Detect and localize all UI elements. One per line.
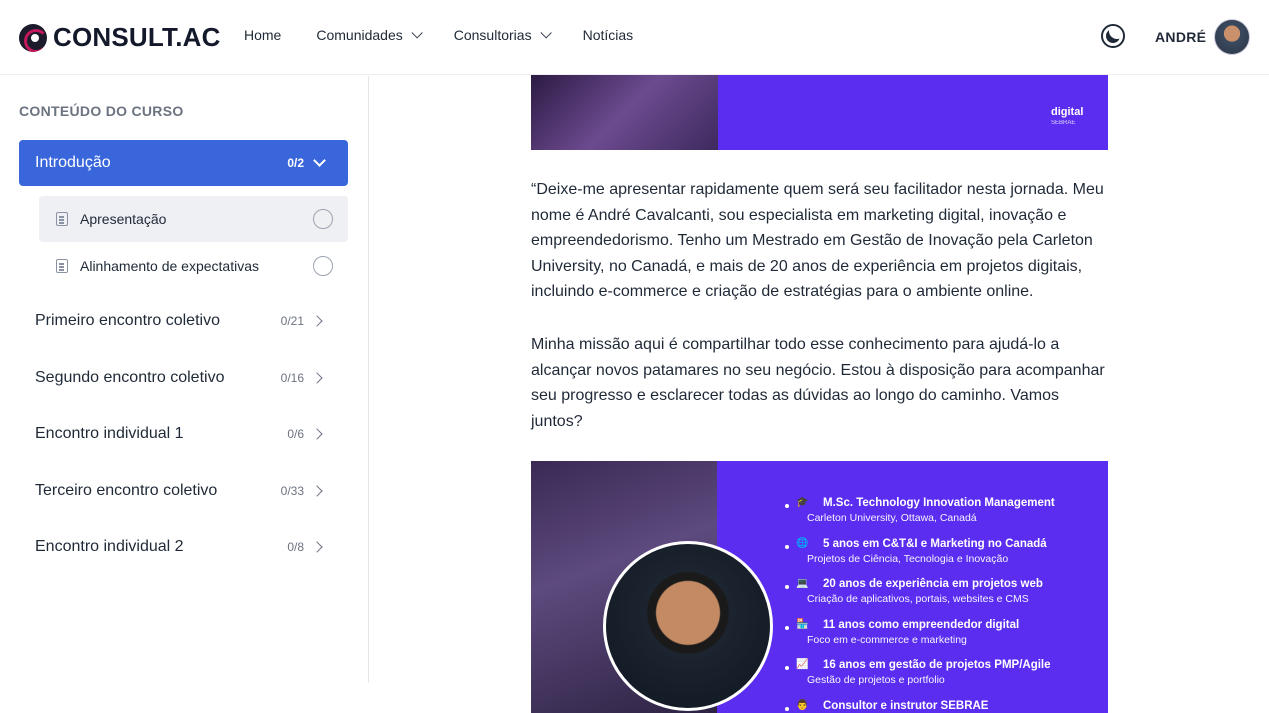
credential-sub: Projetos de Ciência, Tecnologia e Inovaç… (807, 552, 1009, 565)
credential-sub: Carleton University, Ottawa, Canadá (807, 512, 977, 524)
nav-comunidades[interactable]: Comunidades (316, 27, 423, 43)
credentials-banner-image: 🎓 M.Sc. Technology Innovation Management C… (531, 461, 1108, 713)
module-encontro-individual-1[interactable]: Encontro individual 1 0/6 (19, 411, 348, 457)
credential-title: Consultor e instrutor SEBRAE (823, 699, 989, 712)
nav-comunidades-label: Comunidades (316, 27, 403, 43)
nav-home[interactable]: Home (244, 27, 281, 43)
lesson-alinhamento[interactable]: Alinhamento de expectativas (39, 243, 348, 289)
sidebar-title: CONTEÚDO DO CURSO (19, 103, 184, 119)
credential-item: 💻 20 anos de experiência em projetos web C… (781, 578, 1101, 619)
module-label: Terceiro encontro coletivo (35, 482, 218, 499)
banner-photo-area (531, 75, 718, 150)
module-label: Introdução (35, 154, 111, 171)
facilitator-photo (603, 541, 773, 711)
banner-purple-area (718, 75, 1108, 150)
logo-mark-icon (19, 23, 47, 52)
brand-logo-text: digital (1051, 106, 1084, 118)
chevron-down-icon (411, 27, 423, 39)
chevron-down-icon (540, 27, 552, 39)
chevron-down-icon (313, 154, 326, 167)
course-sidebar: CONTEÚDO DO CURSO Introdução 0/2 Apresen… (0, 76, 369, 683)
module-segundo-encontro[interactable]: Segundo encontro coletivo 0/16 (19, 355, 348, 401)
credential-title: M.Sc. Technology Innovation Management (823, 497, 1055, 509)
credential-sub: Gestão de projetos e portfolio (807, 674, 945, 686)
module-introducao[interactable]: Introdução 0/2 (19, 140, 348, 186)
lesson-content: digital SEBRAE “Deixe-me apresentar rapi… (370, 75, 1269, 713)
credential-sub: Criação de aplicativos, portais, website… (807, 593, 1029, 605)
laptop-icon: 💻 (796, 578, 809, 589)
credential-item: 🌐 5 anos em C&T&I e Marketing no Canadá Pr… (781, 538, 1101, 579)
chart-icon: 📈 (796, 659, 809, 670)
completion-circle-icon[interactable] (313, 256, 333, 276)
credential-sub: Foco em e-commerce e marketing (807, 633, 967, 646)
chevron-right-icon (311, 541, 323, 553)
completion-circle-icon[interactable] (313, 209, 333, 229)
nav-consultorias-label: Consultorias (453, 27, 532, 43)
credential-title: 11 anos como empreendedor digital (823, 618, 1020, 631)
dark-mode-toggle-icon[interactable] (1101, 24, 1125, 48)
module-label: Encontro individual 1 (35, 425, 184, 442)
nav-consultorias[interactable]: Consultorias (453, 27, 552, 43)
lesson-label: Apresentação (80, 211, 167, 227)
module-progress: 0/2 (287, 156, 304, 170)
chevron-right-icon (311, 315, 323, 327)
globe-icon: 🌐 (796, 537, 809, 549)
credential-item: 🎓 M.Sc. Technology Innovation Management C… (781, 497, 1101, 538)
document-icon (56, 212, 68, 226)
credential-item: 🏪 11 anos como empreendedor digital Foco e… (781, 619, 1101, 660)
avatar[interactable] (1214, 19, 1250, 55)
nav-noticias-label: Notícias (582, 27, 634, 43)
document-icon (56, 259, 68, 273)
credential-item: 👨 Consultor e instrutor SEBRAE (781, 700, 1101, 713)
module-primeiro-encontro[interactable]: Primeiro encontro coletivo 0/21 (19, 298, 348, 344)
credential-item: 📈 16 anos em gestão de projetos PMP/Agile… (781, 659, 1101, 700)
module-label: Primeiro encontro coletivo (35, 312, 220, 329)
logo[interactable]: CONSULT.AC (19, 22, 221, 53)
chevron-right-icon (311, 428, 323, 440)
module-label: Segundo encontro coletivo (35, 369, 225, 386)
nav-home-label: Home (244, 27, 282, 43)
module-label: Encontro individual 2 (35, 538, 184, 555)
intro-banner-image: digital SEBRAE (531, 75, 1108, 150)
mission-paragraph: Minha missão aqui é compartilhar todo es… (531, 336, 1105, 430)
brand-logo: digital SEBRAE (1051, 106, 1084, 127)
module-terceiro-encontro[interactable]: Terceiro encontro coletivo 0/33 (19, 468, 348, 514)
credential-title: 20 anos de experiência em projetos web (823, 578, 1043, 590)
chevron-right-icon (311, 485, 323, 497)
chevron-right-icon (311, 372, 323, 384)
main-nav: Home Comunidades Consultorias Notícias (244, 27, 668, 43)
person-icon: 👨 (796, 699, 809, 711)
store-icon: 🏪 (796, 618, 809, 630)
user-name[interactable]: ANDRÉ (1155, 29, 1206, 45)
lesson-apresentacao[interactable]: Apresentação (39, 196, 348, 242)
credential-title: 16 anos em gestão de projetos PMP/Agile (823, 659, 1051, 671)
lesson-label: Alinhamento de expectativas (80, 258, 259, 274)
module-progress: 0/16 (280, 371, 304, 385)
graduation-cap-icon: 🎓 (796, 497, 809, 508)
credential-title: 5 anos em C&T&I e Marketing no Canadá (823, 537, 1047, 550)
module-progress: 0/6 (287, 427, 304, 441)
nav-noticias[interactable]: Notícias (583, 27, 634, 43)
module-progress: 0/8 (287, 540, 304, 554)
module-progress: 0/33 (280, 484, 304, 498)
credentials-list: 🎓 M.Sc. Technology Innovation Management C… (781, 497, 1101, 713)
intro-paragraph: “Deixe-me apresentar rapidamente quem se… (531, 181, 1104, 301)
logo-text: CONSULT.AC (53, 22, 221, 52)
top-header: CONSULT.AC Home Comunidades Consultorias… (0, 0, 1269, 75)
module-encontro-individual-2[interactable]: Encontro individual 2 0/8 (19, 524, 348, 570)
brand-logo-sub: SEBRAE (1051, 120, 1076, 126)
module-progress: 0/21 (280, 314, 304, 328)
